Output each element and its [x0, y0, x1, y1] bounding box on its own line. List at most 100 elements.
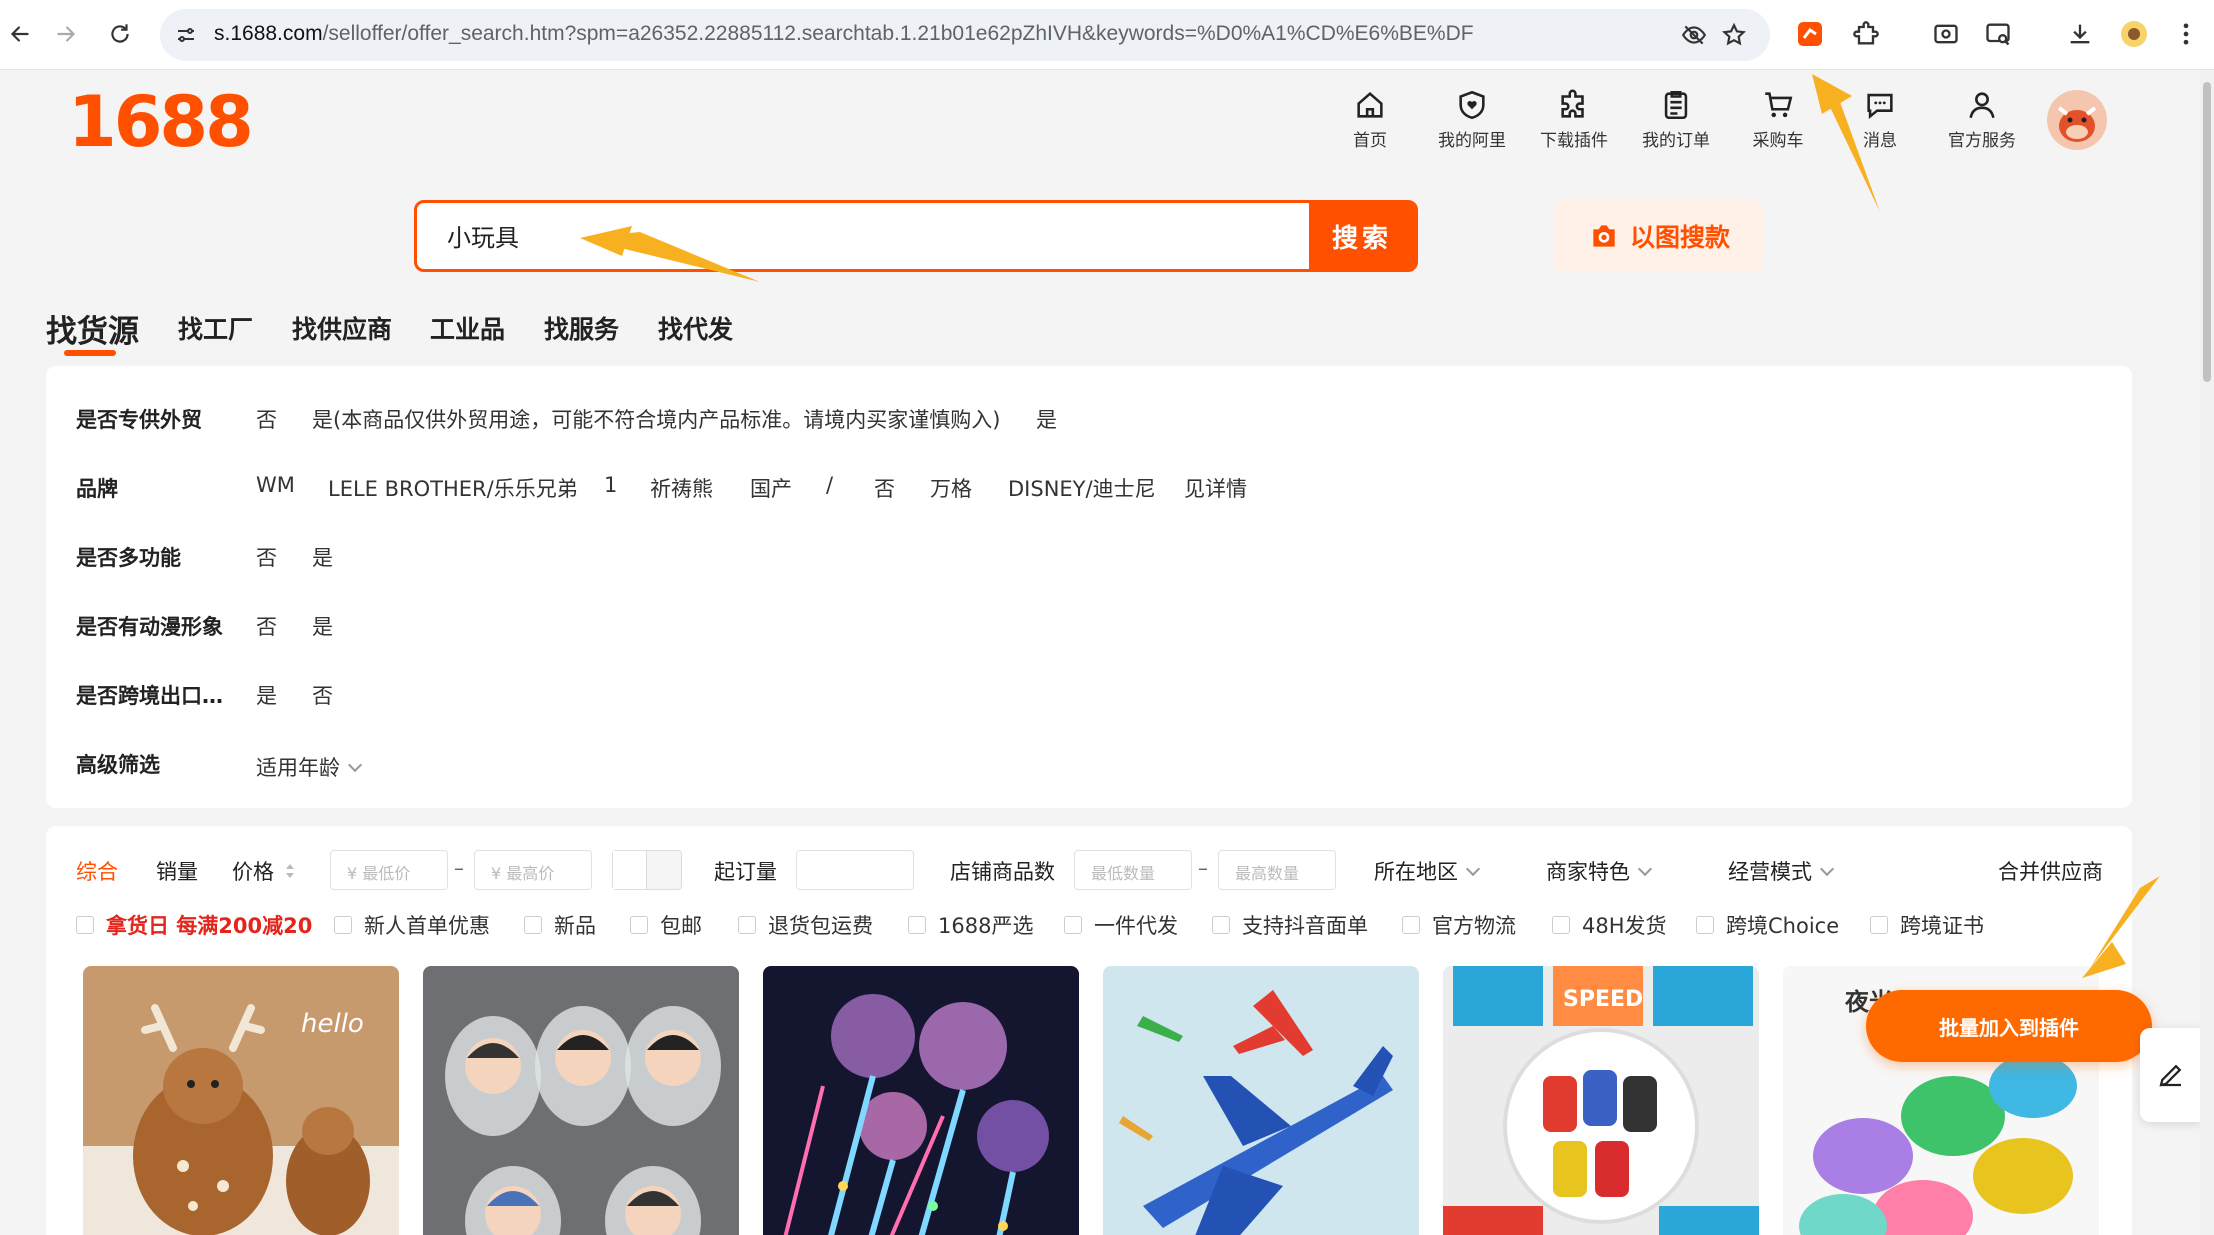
filter-option[interactable]: DISNEY/迪士尼	[1008, 473, 1156, 503]
reading-mode-icon[interactable]	[1980, 16, 2016, 52]
tab-industrial[interactable]: 工业品	[430, 310, 505, 346]
topnav-messages[interactable]: 消息	[1830, 88, 1930, 156]
filter-option[interactable]: 国产	[750, 473, 792, 503]
filter-option[interactable]: 否	[874, 473, 895, 503]
search-button[interactable]: 搜索	[1309, 203, 1415, 269]
scrollbar-thumb[interactable]	[2203, 82, 2211, 382]
back-button[interactable]	[0, 14, 40, 54]
tab-find-factory[interactable]: 找工厂	[178, 310, 253, 346]
download-icon[interactable]	[2062, 16, 2098, 52]
filter-option[interactable]: 1	[604, 473, 617, 497]
age-dropdown-label: 适用年龄	[256, 756, 340, 780]
topnav-my-orders[interactable]: 我的订单	[1626, 88, 1726, 156]
min-price-input[interactable]: ¥ 最低价	[330, 850, 448, 890]
checkbox-official-logistics[interactable]: 官方物流	[1402, 910, 1516, 940]
chevron-down-icon	[1465, 861, 1481, 877]
sort-comprehensive[interactable]: 综合	[76, 856, 118, 886]
business-dropdown[interactable]: 经营模式	[1728, 856, 1835, 886]
profile-avatar-icon[interactable]	[2116, 16, 2152, 52]
checkbox-48h[interactable]: 48H发货	[1552, 910, 1667, 940]
region-dropdown[interactable]: 所在地区	[1374, 856, 1481, 886]
address-bar[interactable]: s.1688.com/selloffer/offer_search.htm?sp…	[160, 9, 1770, 61]
checkbox-dropship[interactable]: 一件代发	[1064, 910, 1178, 940]
checkbox-douyin[interactable]: 支持抖音面单	[1212, 910, 1368, 940]
topnav-download-plugin[interactable]: 下载插件	[1524, 88, 1624, 156]
filter-option[interactable]: WM	[256, 473, 295, 497]
filter-option[interactable]: 祈祷熊	[650, 473, 713, 503]
age-dropdown[interactable]: 适用年龄	[256, 752, 363, 782]
image-search-button[interactable]: 以图搜款	[1554, 200, 1764, 272]
site-settings-icon[interactable]	[172, 21, 200, 49]
max-price-input[interactable]: ¥ 最高价	[474, 850, 592, 890]
svg-text:hello: hello	[301, 1009, 364, 1039]
min-qty-input[interactable]: 最低数量	[1074, 850, 1192, 890]
filter-option[interactable]: LELE BROTHER/乐乐兄弟	[328, 473, 578, 503]
tab-find-goods[interactable]: 找货源	[46, 306, 139, 351]
checkbox-new-user[interactable]: 新人首单优惠	[334, 910, 490, 940]
filter-option[interactable]: 见详情	[1184, 473, 1247, 503]
topnav-cart[interactable]: 采购车	[1728, 88, 1828, 156]
max-qty-input[interactable]: 最高数量	[1218, 850, 1336, 890]
filter-option[interactable]: 是	[256, 680, 277, 710]
topnav-my-ali[interactable]: 我的阿里	[1422, 88, 1522, 156]
forward-button[interactable]	[46, 14, 86, 54]
checkbox-cross-border-cert[interactable]: 跨境证书	[1870, 910, 1984, 940]
product-card-toy-cars[interactable]: SPEED	[1443, 966, 1759, 1235]
checkbox-box	[76, 916, 94, 934]
checkbox-free-shipping[interactable]: 包邮	[630, 910, 702, 940]
filter-option[interactable]: 是	[1036, 404, 1057, 434]
filter-option[interactable]: 否	[256, 542, 277, 572]
topnav-home[interactable]: 首页	[1320, 88, 1420, 156]
reload-button[interactable]	[100, 14, 140, 54]
product-card-foam-planes[interactable]	[1103, 966, 1419, 1235]
user-avatar[interactable]	[2047, 90, 2107, 150]
tab-dropship[interactable]: 找代发	[658, 310, 733, 346]
forward-arrow-icon	[57, 26, 76, 42]
moq-input[interactable]	[796, 850, 914, 890]
page-scrollbar[interactable]	[2200, 70, 2214, 1235]
checkbox-box	[334, 916, 352, 934]
browser-toolbar: s.1688.com/selloffer/offer_search.htm?sp…	[0, 0, 2214, 70]
filter-row-anime: 是否有动漫形象 否 是	[76, 605, 2116, 645]
extensions-puzzle-icon[interactable]	[1848, 16, 1884, 52]
checkbox-promo[interactable]: 拿货日 每满200减20	[76, 910, 312, 940]
tab-find-supplier[interactable]: 找供应商	[292, 310, 392, 346]
sort-price[interactable]: 价格	[232, 856, 295, 886]
merge-supplier[interactable]: 合并供应商	[1998, 856, 2103, 886]
filter-option[interactable]: 是	[312, 611, 333, 641]
filter-option[interactable]: /	[826, 473, 833, 497]
filter-option[interactable]: 否	[256, 611, 277, 641]
edit-float-button[interactable]	[2140, 1028, 2202, 1122]
checkbox-cross-border-choice[interactable]: 跨境Choice	[1696, 910, 1839, 940]
product-card-doll-keychains[interactable]	[423, 966, 739, 1235]
filter-option[interactable]: 是(本商品仅供外贸用途，可能不符合境内产品标准。请境内买家谨慎购入)	[312, 404, 1000, 434]
screenshot-icon[interactable]	[1928, 16, 1964, 52]
chevron-down-icon	[1819, 861, 1835, 877]
filter-option[interactable]: 是	[312, 542, 333, 572]
product-card-deer-plush[interactable]: hello	[83, 966, 399, 1235]
tab-find-service[interactable]: 找服务	[544, 310, 619, 346]
checkbox-return-freight[interactable]: 退货包运费	[738, 910, 873, 940]
checkbox-label: 拿货日 每满200减20	[106, 914, 313, 938]
sort-sales[interactable]: 销量	[156, 856, 198, 886]
search-input[interactable]	[447, 221, 1347, 249]
filter-option[interactable]: 万格	[930, 473, 972, 503]
product-card-light-wands[interactable]	[763, 966, 1079, 1235]
eye-off-icon[interactable]	[1680, 21, 1708, 49]
extension-1688-icon[interactable]	[1792, 16, 1828, 52]
menu-kebab-icon[interactable]	[2168, 16, 2204, 52]
topnav-label: 官方服务	[1948, 131, 2016, 151]
batch-add-to-plugin-button[interactable]: 批量加入到插件	[1866, 990, 2152, 1062]
filter-option[interactable]: 否	[312, 680, 333, 710]
puzzle-icon	[1561, 89, 1584, 118]
checkbox-box	[908, 916, 926, 934]
site-logo[interactable]: 1688	[68, 84, 254, 160]
filter-option[interactable]: 否	[256, 404, 277, 434]
bookmark-star-icon[interactable]	[1720, 21, 1748, 49]
checkbox-1688-select[interactable]: 1688严选	[908, 910, 1033, 940]
doll-keychain-image	[423, 966, 739, 1235]
topnav-official-service[interactable]: 官方服务	[1932, 88, 2032, 156]
price-toggle[interactable]	[612, 850, 682, 890]
merchant-dropdown[interactable]: 商家特色	[1546, 856, 1653, 886]
checkbox-new[interactable]: 新品	[524, 910, 596, 940]
